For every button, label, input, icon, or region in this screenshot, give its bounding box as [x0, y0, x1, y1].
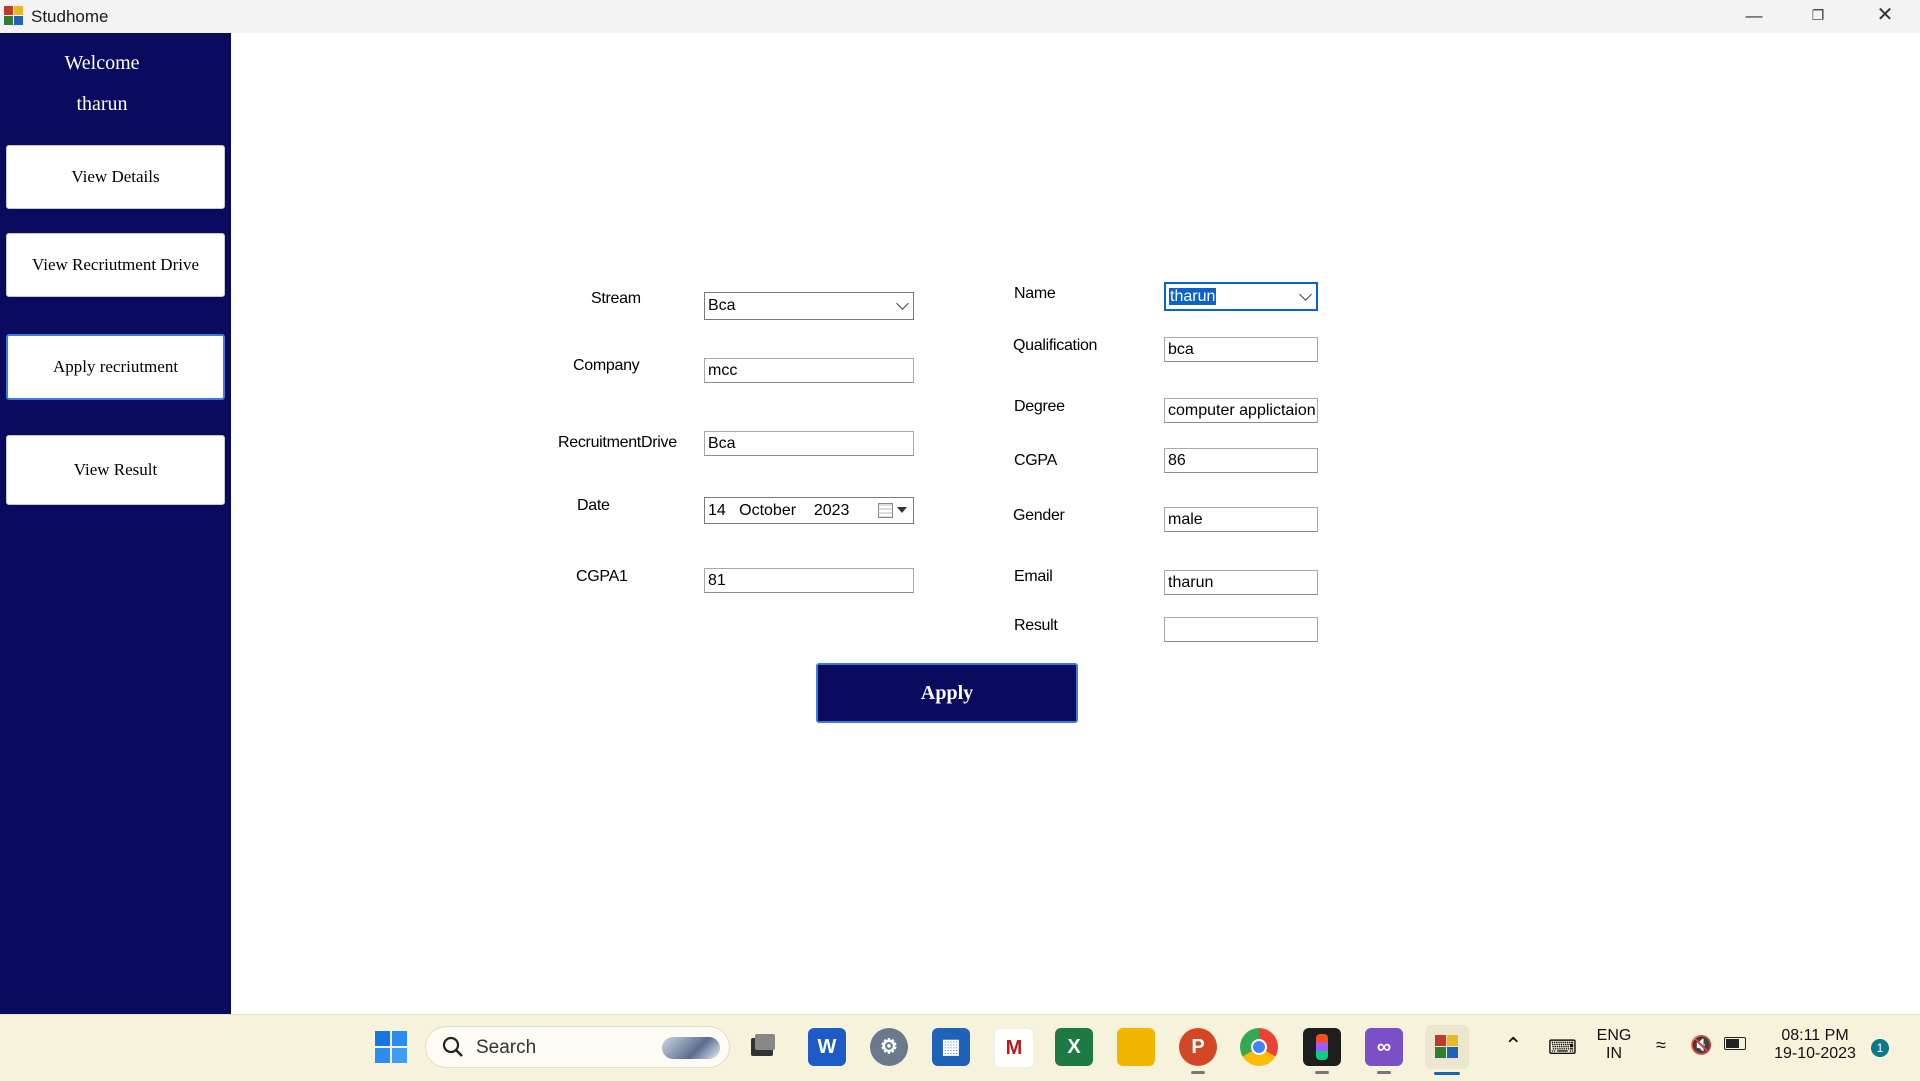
stream-value: Bca — [708, 297, 736, 314]
file-explorer-icon[interactable] — [1117, 1028, 1155, 1066]
notification-badge[interactable]: 1 — [1871, 1039, 1889, 1057]
recruitment-drive-label: RecruitmentDrive — [558, 434, 677, 451]
powerpoint-icon[interactable]: P — [1179, 1028, 1217, 1066]
chrome-icon[interactable] — [1240, 1028, 1278, 1066]
degree-label: Degree — [1014, 398, 1065, 415]
clock[interactable]: 08:11 PM 19-10-2023 — [1770, 1027, 1860, 1063]
stream-select[interactable]: Bca — [704, 292, 914, 320]
close-button[interactable]: ✕ — [1857, 0, 1913, 33]
chevron-down-icon[interactable] — [1299, 288, 1312, 301]
date-day: 14 — [708, 502, 726, 519]
cgpa1-label: CGPA1 — [576, 568, 628, 585]
minimize-button[interactable]: — — [1726, 0, 1782, 33]
visual-studio-icon[interactable]: ∞ — [1365, 1028, 1403, 1066]
language-indicator[interactable]: ENG IN — [1596, 1027, 1632, 1063]
wifi-icon[interactable]: ≈ — [1656, 1035, 1666, 1056]
mcafee-icon[interactable]: M — [994, 1028, 1034, 1068]
taskbar-search[interactable]: Search — [425, 1026, 730, 1068]
result-field[interactable] — [1164, 617, 1318, 642]
taskbar: Search W ⚙ ▦ M X P ∞ ⌃ ⌨ ENG IN ≈ 🔇 08:1… — [0, 1014, 1920, 1081]
company-field[interactable]: mcc — [704, 358, 914, 383]
qualification-field[interactable]: bca — [1164, 337, 1318, 362]
gender-field[interactable]: male — [1164, 507, 1318, 532]
apply-recruitment-button[interactable]: Apply recriutment — [6, 334, 225, 400]
language-line1: ENG — [1596, 1027, 1632, 1044]
studhome-taskbar-icon[interactable] — [1425, 1025, 1469, 1069]
sidebar: Welcome tharun View Details View Recriut… — [0, 33, 231, 1014]
volume-muted-icon[interactable]: 🔇 — [1690, 1035, 1712, 1056]
result-label: Result — [1014, 617, 1058, 634]
view-recruitment-drive-button[interactable]: View Recriutment Drive — [6, 233, 225, 297]
cgpa1-field[interactable]: 81 — [704, 568, 914, 593]
running-indicator — [1377, 1071, 1391, 1074]
running-indicator — [1191, 1071, 1205, 1074]
apply-button[interactable]: Apply — [816, 663, 1078, 723]
search-highlight-image — [662, 1037, 720, 1059]
figma-icon[interactable] — [1303, 1028, 1341, 1066]
date-label: Date — [577, 497, 610, 514]
date-month: October — [739, 502, 797, 519]
stream-label: Stream — [591, 290, 641, 307]
window-title: Studhome — [31, 7, 109, 26]
email-field[interactable]: tharun — [1164, 570, 1318, 595]
welcome-text: Welcome — [64, 52, 140, 74]
date-year: 2023 — [813, 502, 850, 519]
name-label: Name — [1014, 285, 1056, 302]
company-label: Company — [573, 357, 640, 374]
excel-icon[interactable]: X — [1055, 1028, 1093, 1066]
name-select[interactable]: tharun — [1164, 282, 1318, 311]
microsoft-store-icon[interactable]: ▦ — [932, 1028, 970, 1066]
app-icon — [4, 6, 24, 26]
email-label: Email — [1014, 568, 1053, 585]
windows-start-icon[interactable] — [372, 1028, 410, 1066]
title-bar: Studhome — ❐ ✕ — [0, 0, 1920, 33]
chevron-up-icon[interactable]: ⌃ — [1504, 1033, 1522, 1059]
view-result-button[interactable]: View Result — [6, 435, 225, 505]
chevron-down-icon[interactable] — [896, 297, 909, 310]
recruitment-drive-field[interactable]: Bca — [704, 431, 914, 456]
date-picker[interactable]: 14 October 2023 — [704, 497, 914, 524]
qualification-label: Qualification — [1013, 337, 1098, 354]
running-indicator — [1315, 1071, 1329, 1074]
active-indicator — [1434, 1072, 1460, 1075]
name-value: tharun — [1169, 288, 1217, 305]
word-icon[interactable]: W — [808, 1028, 846, 1066]
search-icon — [442, 1036, 463, 1057]
clock-date: 19-10-2023 — [1774, 1045, 1856, 1062]
cgpa-field[interactable]: 86 — [1164, 448, 1318, 473]
view-details-button[interactable]: View Details — [6, 145, 225, 209]
degree-field[interactable]: computer applictaion — [1164, 398, 1318, 423]
clock-time: 08:11 PM — [1781, 1027, 1849, 1044]
search-placeholder: Search — [476, 1037, 537, 1058]
cgpa-label: CGPA — [1014, 452, 1057, 469]
gender-label: Gender — [1013, 507, 1065, 524]
battery-icon[interactable] — [1724, 1037, 1746, 1050]
dropdown-arrow-icon[interactable] — [897, 507, 907, 513]
language-line2: IN — [1606, 1045, 1622, 1062]
calendar-icon[interactable] — [878, 503, 893, 518]
task-view-icon[interactable] — [743, 1028, 781, 1066]
settings-icon[interactable]: ⚙ — [870, 1028, 908, 1066]
restore-button[interactable]: ❐ — [1790, 0, 1846, 33]
username-text: tharun — [76, 93, 128, 115]
keyboard-icon[interactable]: ⌨ — [1548, 1035, 1577, 1060]
